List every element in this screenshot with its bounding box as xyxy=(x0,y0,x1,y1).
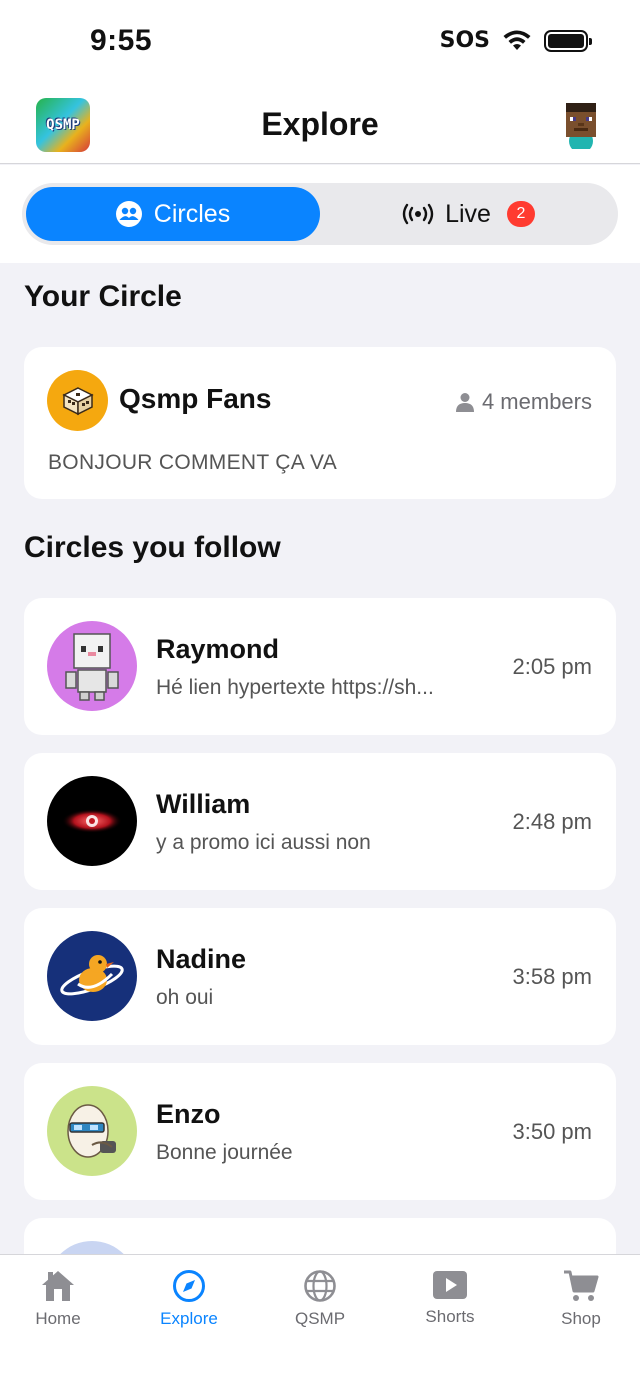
circle-last-message: Hé lien hypertexte https://sh... xyxy=(156,676,434,699)
status-icons: SOS xyxy=(439,28,592,53)
tab-home[interactable]: Home xyxy=(8,1269,108,1329)
message-time: 3:50 pm xyxy=(512,1119,593,1144)
globe-icon xyxy=(304,1270,336,1302)
tab-live[interactable]: Live 2 xyxy=(322,187,614,241)
circle-last-message: BONJOUR COMMENT ÇA VA xyxy=(48,451,338,474)
wifi-icon xyxy=(503,30,531,50)
followed-circle-card[interactable]: Nadine oh oui 3:58 pm xyxy=(24,908,616,1045)
circle-avatar xyxy=(47,370,108,431)
status-bar: 9:55 SOS xyxy=(0,0,640,88)
battery-icon xyxy=(544,29,592,52)
circle-name: Enzo xyxy=(156,1099,221,1129)
broadcast-icon xyxy=(402,203,434,225)
duck-planet-icon xyxy=(60,955,124,996)
page-title: Explore xyxy=(261,106,379,142)
tab-shorts-label: Shorts xyxy=(425,1307,475,1326)
tab-explore-label: Explore xyxy=(160,1309,218,1328)
live-count-badge: 2 xyxy=(506,201,535,227)
circle-name: William xyxy=(156,789,251,819)
followed-circle-card[interactable]: William y a promo ici aussi non 2:48 pm xyxy=(24,753,616,890)
followed-circles-heading: Circles you follow xyxy=(24,531,281,564)
shopping-cart-icon xyxy=(564,1270,599,1301)
member-count-label: 4 members xyxy=(481,389,592,414)
person-icon xyxy=(455,393,474,412)
view-switcher-area: Circles Live 2 xyxy=(0,165,640,263)
circle-name: Raymond xyxy=(156,634,280,664)
tab-shorts[interactable]: Shorts xyxy=(400,1269,500,1327)
tab-shop[interactable]: Shop xyxy=(531,1269,631,1329)
tab-home-label: Home xyxy=(35,1309,81,1328)
group-icon xyxy=(115,201,142,227)
circle-name: Qsmp Fans xyxy=(119,383,272,414)
member-count: 4 members xyxy=(455,389,592,415)
tab-explore[interactable]: Explore xyxy=(139,1269,239,1329)
circle-avatar xyxy=(47,776,137,866)
circle-last-message: Bonne journée xyxy=(156,1141,293,1164)
red-eye-avatar-icon xyxy=(62,809,122,833)
circle-avatar xyxy=(47,931,137,1021)
status-time: 9:55 xyxy=(90,24,153,57)
tab-circles[interactable]: Circles xyxy=(26,187,320,241)
followed-circle-card[interactable]: Enzo Bonne journée 3:50 pm xyxy=(24,1063,616,1200)
tab-circles-label: Circles xyxy=(153,199,231,228)
bottom-tab-bar: Home Explore QSMP Shorts Shop xyxy=(0,1254,640,1389)
robot-avatar-icon xyxy=(65,633,119,701)
circle-name: Nadine xyxy=(156,944,247,974)
tab-qsmp-label: QSMP xyxy=(294,1309,346,1328)
egg-character-icon xyxy=(67,1104,116,1158)
profile-avatar[interactable] xyxy=(560,103,602,149)
view-switcher: Circles Live 2 xyxy=(22,183,618,245)
your-circle-heading: Your Circle xyxy=(24,280,182,313)
message-time: 2:48 pm xyxy=(512,809,593,834)
message-time: 3:58 pm xyxy=(512,964,593,989)
circle-avatar xyxy=(47,621,137,711)
circle-avatar xyxy=(47,1086,137,1176)
top-header: QSMP Explore xyxy=(0,88,640,164)
message-time: 2:05 pm xyxy=(512,654,593,679)
tab-live-label: Live xyxy=(445,199,491,228)
home-icon xyxy=(42,1271,74,1301)
play-video-icon xyxy=(433,1271,467,1299)
tab-shop-label: Shop xyxy=(561,1309,601,1328)
compass-icon xyxy=(173,1270,205,1302)
tab-qsmp[interactable]: QSMP xyxy=(270,1269,370,1329)
crafting-table-icon xyxy=(61,386,94,415)
followed-circle-card[interactable]: Raymond Hé lien hypertexte https://sh...… xyxy=(24,598,616,735)
sos-indicator: SOS xyxy=(439,28,490,53)
circle-last-message: y a promo ici aussi non xyxy=(156,831,371,854)
circle-last-message: oh oui xyxy=(156,986,214,1009)
your-circle-card[interactable]: Qsmp Fans 4 members BONJOUR COMMENT ÇA V… xyxy=(24,347,616,499)
